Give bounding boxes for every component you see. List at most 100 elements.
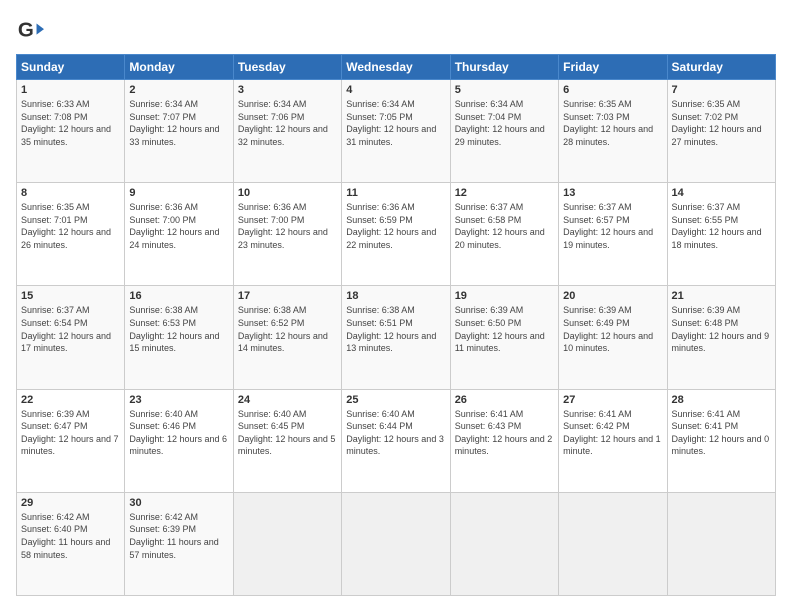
day-number: 5: [455, 84, 554, 96]
calendar-table: SundayMondayTuesdayWednesdayThursdayFrid…: [16, 54, 776, 596]
calendar-cell: [559, 492, 667, 595]
calendar-cell: 27 Sunrise: 6:41 AM Sunset: 6:42 PM Dayl…: [559, 389, 667, 492]
day-info: Sunrise: 6:34 AM Sunset: 7:04 PM Dayligh…: [455, 98, 554, 148]
day-number: 24: [238, 394, 337, 406]
calendar-cell: 7 Sunrise: 6:35 AM Sunset: 7:02 PM Dayli…: [667, 80, 775, 183]
calendar-cell: [342, 492, 450, 595]
logo: G: [16, 16, 48, 44]
day-number: 21: [672, 290, 771, 302]
day-header-sunday: Sunday: [17, 55, 125, 80]
calendar-cell: [667, 492, 775, 595]
calendar-week-2: 8 Sunrise: 6:35 AM Sunset: 7:01 PM Dayli…: [17, 183, 776, 286]
day-info: Sunrise: 6:38 AM Sunset: 6:53 PM Dayligh…: [129, 304, 228, 354]
svg-text:G: G: [18, 19, 34, 42]
day-info: Sunrise: 6:39 AM Sunset: 6:50 PM Dayligh…: [455, 304, 554, 354]
day-number: 20: [563, 290, 662, 302]
day-info: Sunrise: 6:35 AM Sunset: 7:03 PM Dayligh…: [563, 98, 662, 148]
calendar-cell: [233, 492, 341, 595]
day-number: 8: [21, 187, 120, 199]
day-info: Sunrise: 6:41 AM Sunset: 6:43 PM Dayligh…: [455, 408, 554, 458]
day-number: 2: [129, 84, 228, 96]
day-number: 7: [672, 84, 771, 96]
day-info: Sunrise: 6:37 AM Sunset: 6:55 PM Dayligh…: [672, 201, 771, 251]
calendar-cell: 2 Sunrise: 6:34 AM Sunset: 7:07 PM Dayli…: [125, 80, 233, 183]
day-number: 23: [129, 394, 228, 406]
day-info: Sunrise: 6:34 AM Sunset: 7:07 PM Dayligh…: [129, 98, 228, 148]
day-info: Sunrise: 6:36 AM Sunset: 6:59 PM Dayligh…: [346, 201, 445, 251]
day-info: Sunrise: 6:36 AM Sunset: 7:00 PM Dayligh…: [238, 201, 337, 251]
day-info: Sunrise: 6:39 AM Sunset: 6:47 PM Dayligh…: [21, 408, 120, 458]
day-number: 19: [455, 290, 554, 302]
day-header-monday: Monday: [125, 55, 233, 80]
day-header-friday: Friday: [559, 55, 667, 80]
calendar-cell: 25 Sunrise: 6:40 AM Sunset: 6:44 PM Dayl…: [342, 389, 450, 492]
calendar-cell: 5 Sunrise: 6:34 AM Sunset: 7:04 PM Dayli…: [450, 80, 558, 183]
day-info: Sunrise: 6:38 AM Sunset: 6:52 PM Dayligh…: [238, 304, 337, 354]
day-header-wednesday: Wednesday: [342, 55, 450, 80]
day-info: Sunrise: 6:37 AM Sunset: 6:54 PM Dayligh…: [21, 304, 120, 354]
day-number: 30: [129, 497, 228, 509]
day-info: Sunrise: 6:41 AM Sunset: 6:41 PM Dayligh…: [672, 408, 771, 458]
calendar-cell: 15 Sunrise: 6:37 AM Sunset: 6:54 PM Dayl…: [17, 286, 125, 389]
calendar-cell: 9 Sunrise: 6:36 AM Sunset: 7:00 PM Dayli…: [125, 183, 233, 286]
calendar-cell: 23 Sunrise: 6:40 AM Sunset: 6:46 PM Dayl…: [125, 389, 233, 492]
day-info: Sunrise: 6:33 AM Sunset: 7:08 PM Dayligh…: [21, 98, 120, 148]
day-info: Sunrise: 6:42 AM Sunset: 6:39 PM Dayligh…: [129, 511, 228, 561]
day-number: 12: [455, 187, 554, 199]
day-info: Sunrise: 6:37 AM Sunset: 6:58 PM Dayligh…: [455, 201, 554, 251]
day-number: 18: [346, 290, 445, 302]
calendar-cell: 28 Sunrise: 6:41 AM Sunset: 6:41 PM Dayl…: [667, 389, 775, 492]
calendar-cell: 24 Sunrise: 6:40 AM Sunset: 6:45 PM Dayl…: [233, 389, 341, 492]
calendar-week-3: 15 Sunrise: 6:37 AM Sunset: 6:54 PM Dayl…: [17, 286, 776, 389]
day-info: Sunrise: 6:40 AM Sunset: 6:46 PM Dayligh…: [129, 408, 228, 458]
calendar-cell: [450, 492, 558, 595]
day-info: Sunrise: 6:40 AM Sunset: 6:44 PM Dayligh…: [346, 408, 445, 458]
calendar-cell: 8 Sunrise: 6:35 AM Sunset: 7:01 PM Dayli…: [17, 183, 125, 286]
day-info: Sunrise: 6:34 AM Sunset: 7:05 PM Dayligh…: [346, 98, 445, 148]
page-header: G: [16, 16, 776, 44]
calendar-cell: 30 Sunrise: 6:42 AM Sunset: 6:39 PM Dayl…: [125, 492, 233, 595]
calendar-week-4: 22 Sunrise: 6:39 AM Sunset: 6:47 PM Dayl…: [17, 389, 776, 492]
day-number: 3: [238, 84, 337, 96]
calendar-cell: 21 Sunrise: 6:39 AM Sunset: 6:48 PM Dayl…: [667, 286, 775, 389]
day-info: Sunrise: 6:34 AM Sunset: 7:06 PM Dayligh…: [238, 98, 337, 148]
day-header-thursday: Thursday: [450, 55, 558, 80]
calendar-cell: 20 Sunrise: 6:39 AM Sunset: 6:49 PM Dayl…: [559, 286, 667, 389]
day-info: Sunrise: 6:39 AM Sunset: 6:48 PM Dayligh…: [672, 304, 771, 354]
calendar-cell: 14 Sunrise: 6:37 AM Sunset: 6:55 PM Dayl…: [667, 183, 775, 286]
calendar-cell: 22 Sunrise: 6:39 AM Sunset: 6:47 PM Dayl…: [17, 389, 125, 492]
calendar-cell: 12 Sunrise: 6:37 AM Sunset: 6:58 PM Dayl…: [450, 183, 558, 286]
day-number: 6: [563, 84, 662, 96]
day-number: 26: [455, 394, 554, 406]
calendar-cell: 6 Sunrise: 6:35 AM Sunset: 7:03 PM Dayli…: [559, 80, 667, 183]
day-number: 13: [563, 187, 662, 199]
day-number: 10: [238, 187, 337, 199]
calendar-week-5: 29 Sunrise: 6:42 AM Sunset: 6:40 PM Dayl…: [17, 492, 776, 595]
day-number: 28: [672, 394, 771, 406]
calendar-header-row: SundayMondayTuesdayWednesdayThursdayFrid…: [17, 55, 776, 80]
day-info: Sunrise: 6:36 AM Sunset: 7:00 PM Dayligh…: [129, 201, 228, 251]
day-number: 1: [21, 84, 120, 96]
calendar-cell: 13 Sunrise: 6:37 AM Sunset: 6:57 PM Dayl…: [559, 183, 667, 286]
calendar-cell: 3 Sunrise: 6:34 AM Sunset: 7:06 PM Dayli…: [233, 80, 341, 183]
calendar-cell: 10 Sunrise: 6:36 AM Sunset: 7:00 PM Dayl…: [233, 183, 341, 286]
day-info: Sunrise: 6:38 AM Sunset: 6:51 PM Dayligh…: [346, 304, 445, 354]
day-header-tuesday: Tuesday: [233, 55, 341, 80]
day-number: 17: [238, 290, 337, 302]
day-number: 16: [129, 290, 228, 302]
day-info: Sunrise: 6:37 AM Sunset: 6:57 PM Dayligh…: [563, 201, 662, 251]
day-number: 4: [346, 84, 445, 96]
day-number: 27: [563, 394, 662, 406]
logo-icon: G: [16, 16, 44, 44]
calendar-cell: 26 Sunrise: 6:41 AM Sunset: 6:43 PM Dayl…: [450, 389, 558, 492]
day-header-saturday: Saturday: [667, 55, 775, 80]
day-number: 25: [346, 394, 445, 406]
day-number: 29: [21, 497, 120, 509]
day-number: 14: [672, 187, 771, 199]
day-info: Sunrise: 6:39 AM Sunset: 6:49 PM Dayligh…: [563, 304, 662, 354]
calendar-cell: 4 Sunrise: 6:34 AM Sunset: 7:05 PM Dayli…: [342, 80, 450, 183]
day-info: Sunrise: 6:35 AM Sunset: 7:02 PM Dayligh…: [672, 98, 771, 148]
calendar-week-1: 1 Sunrise: 6:33 AM Sunset: 7:08 PM Dayli…: [17, 80, 776, 183]
day-number: 15: [21, 290, 120, 302]
day-info: Sunrise: 6:35 AM Sunset: 7:01 PM Dayligh…: [21, 201, 120, 251]
